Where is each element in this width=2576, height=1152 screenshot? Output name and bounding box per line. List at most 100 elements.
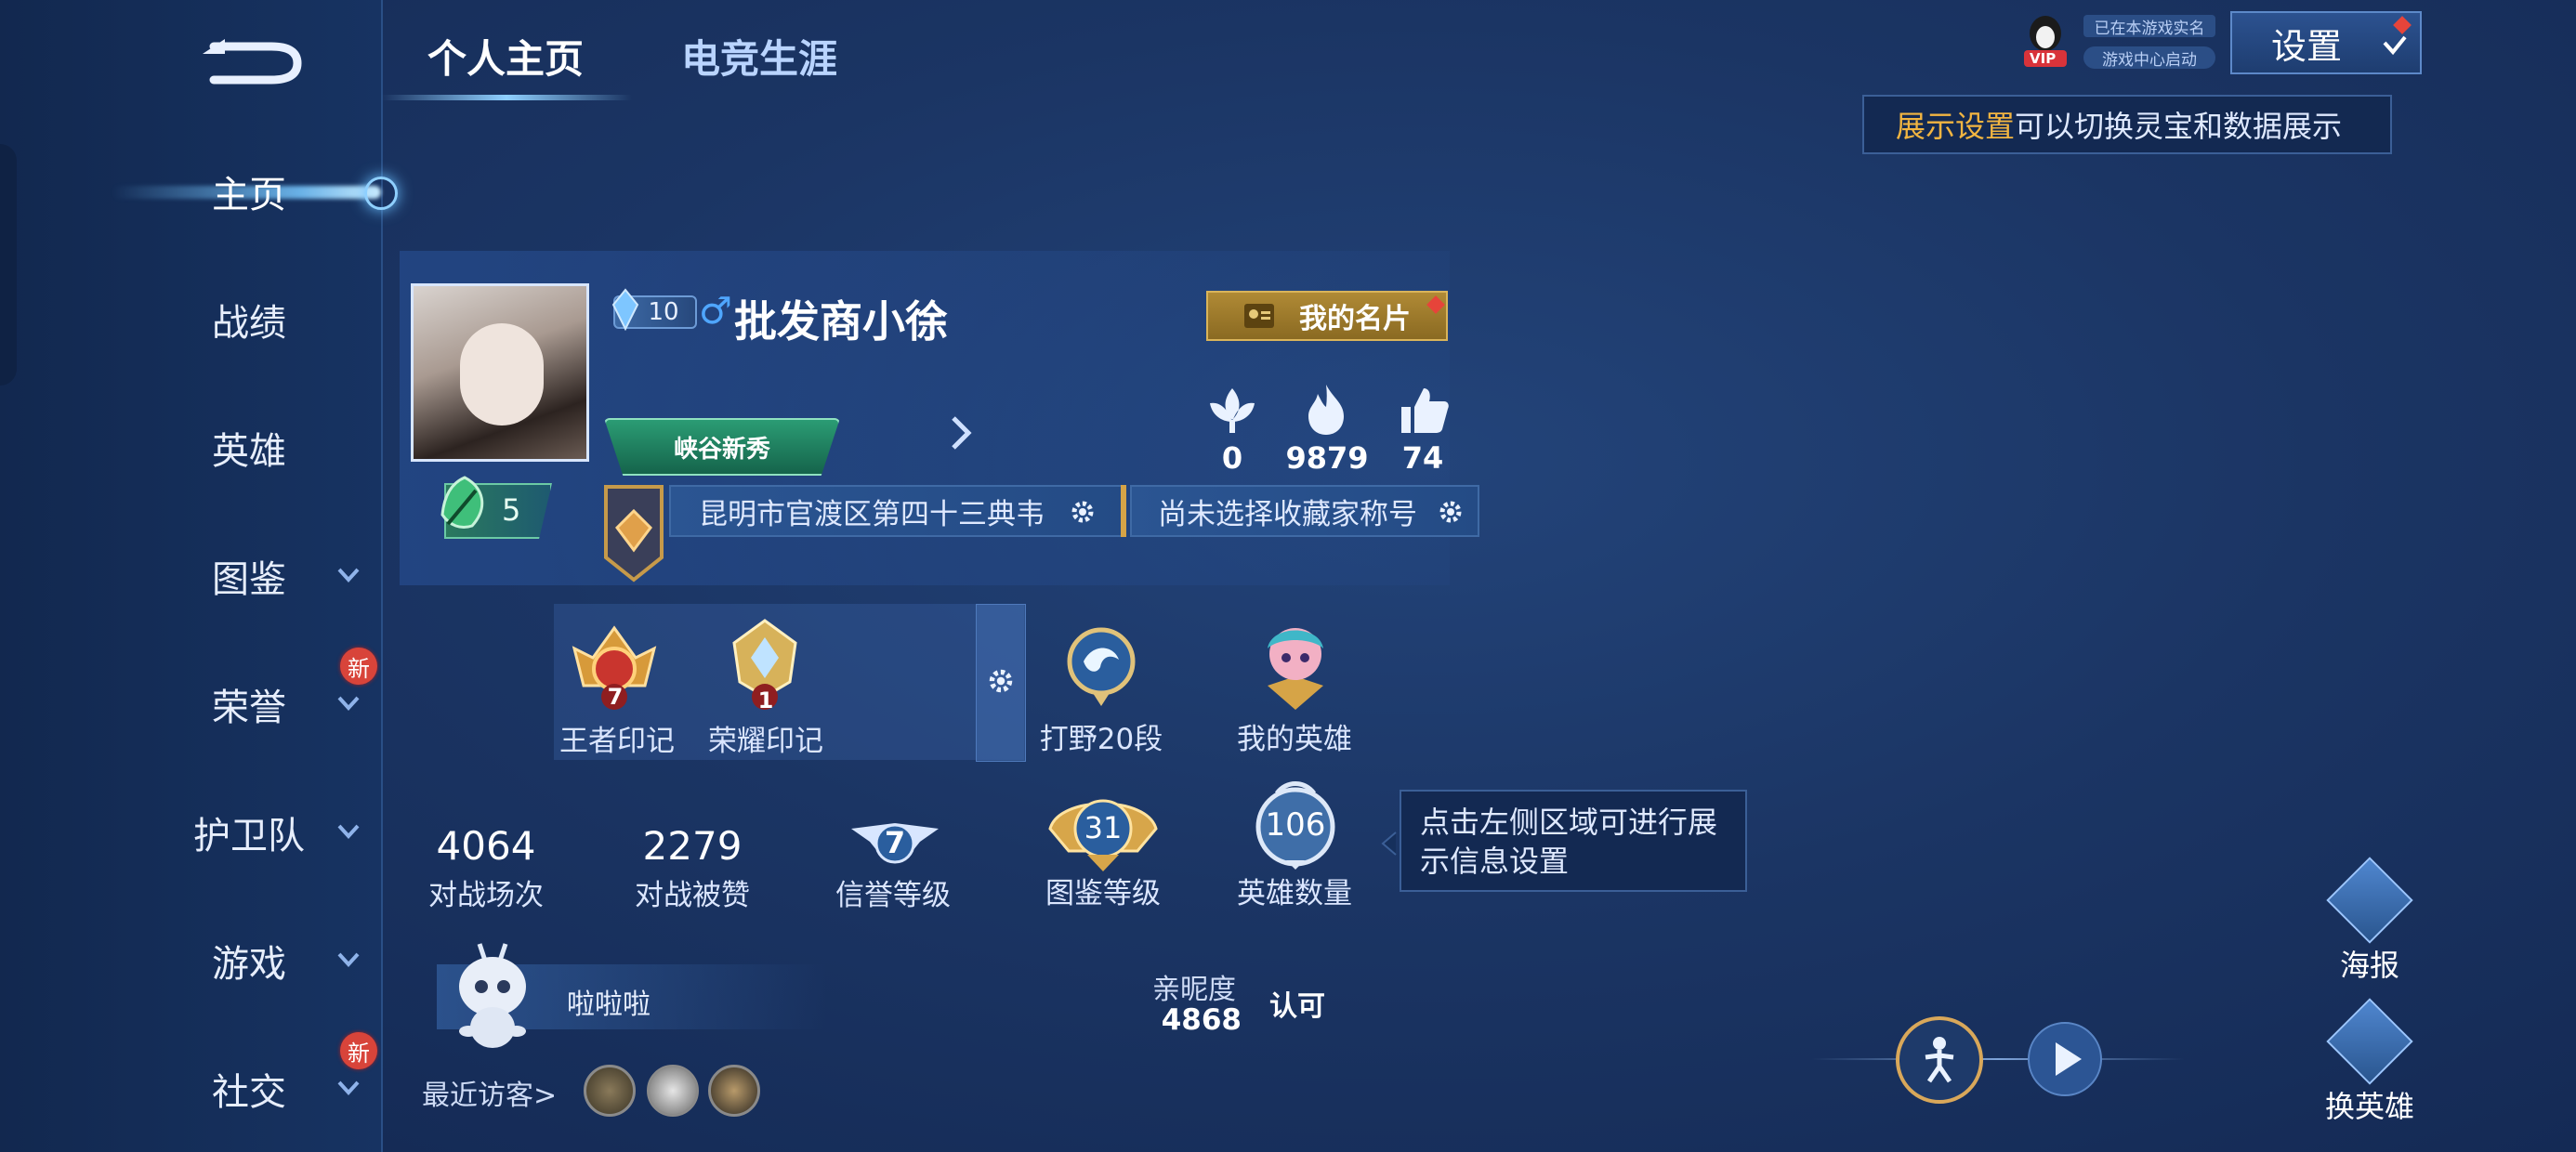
intimacy-value: 4868	[1161, 1003, 1242, 1037]
vip-icon[interactable]: VIP	[2020, 13, 2070, 69]
stat-thumb-value: 74	[1401, 440, 1444, 476]
codex-level-label: 图鉴等级	[1045, 877, 1161, 910]
collector-title: 尚未选择收藏家称号	[1158, 497, 1417, 531]
level-gem-icon	[611, 288, 639, 331]
poster-label: 海报	[2339, 948, 2399, 983]
id-card-icon	[1244, 304, 1274, 328]
tip-text: 可以切换灵宝和数据展示	[2015, 109, 2343, 144]
hero-count-value: 106	[1265, 806, 1326, 844]
likes-count-value: 2279	[642, 823, 743, 869]
gear-icon[interactable]	[1437, 498, 1465, 526]
glory-mark-label: 荣耀印记	[708, 725, 823, 758]
realname-badge: 已在本游戏实名	[2083, 15, 2215, 38]
jungle-rank-icon[interactable]	[1061, 624, 1141, 708]
lotus-icon[interactable]	[1204, 385, 1260, 435]
leaf-icon	[440, 476, 484, 529]
nav-item-home[interactable]: 主页	[149, 154, 362, 229]
recent-visitors-link[interactable]: 最近访客>	[422, 1072, 557, 1113]
nav-item-records[interactable]: 战绩	[149, 282, 362, 357]
chevron-right-icon[interactable]	[948, 414, 974, 452]
nav-item-label: 游戏	[212, 943, 286, 986]
avatar[interactable]	[411, 283, 589, 462]
credit-level-value: 7	[884, 825, 906, 860]
edge-handle[interactable]	[0, 144, 17, 386]
recognize-label: 认可	[1269, 990, 1325, 1023]
nav-item-label: 英雄	[212, 430, 286, 473]
back-arrow-icon	[203, 39, 302, 85]
nav-item-guard[interactable]: 护卫队	[149, 795, 362, 870]
nav-item-label: 战绩	[212, 302, 286, 345]
nav-item-game[interactable]: 游戏	[149, 923, 362, 998]
gear-icon[interactable]	[986, 666, 1016, 696]
display-hint-tip: 点击左侧区域可进行展示信息设置	[1400, 790, 1747, 892]
rank-title-ribbon: 峡谷新秀	[604, 418, 840, 476]
stat-flame-value: 9879	[1285, 440, 1369, 476]
nav-item-label: 护卫队	[193, 815, 305, 857]
my-card-label: 我的名片	[1299, 303, 1411, 335]
poster-button[interactable]: 海报	[2314, 857, 2425, 985]
king-mark-badge: 7	[607, 684, 624, 710]
gender-icon: ♂	[699, 290, 732, 333]
nav-item-codex[interactable]: 图鉴	[149, 539, 362, 613]
gear-icon[interactable]	[1069, 498, 1097, 526]
change-hero-icon	[2326, 998, 2413, 1085]
region-shield-icon	[604, 485, 664, 583]
region-title: 昆明市官渡区第四十三典韦	[699, 497, 1045, 531]
settings-label: 设置	[2271, 25, 2343, 67]
play-icon	[2056, 1042, 2082, 1076]
gamecenter-badge: 游戏中心启动	[2083, 46, 2215, 70]
play-button[interactable]	[2028, 1022, 2102, 1096]
pose-button[interactable]	[1896, 1016, 1983, 1104]
jungle-rank-label: 打野20段	[1039, 723, 1163, 756]
tab-esports-career[interactable]: 电竞生涯	[681, 28, 837, 85]
my-hero-icon[interactable]	[1258, 621, 1333, 712]
nav-item-social[interactable]: 社交	[149, 1052, 362, 1126]
change-hero-label: 换英雄	[2324, 1089, 2414, 1124]
check-dropdown-icon	[2383, 35, 2407, 56]
codex-level-value: 31	[1084, 810, 1123, 845]
red-dot-icon	[1426, 295, 1445, 314]
player-name: 批发商小徐	[734, 296, 948, 347]
settings-button[interactable]: 设置	[2230, 11, 2422, 74]
nav-item-label: 社交	[212, 1071, 286, 1114]
nav-item-honor[interactable]: 荣誉	[149, 667, 362, 741]
chevron-down-icon	[337, 568, 360, 583]
my-hero-label: 我的英雄	[1237, 723, 1352, 756]
chevron-down-icon	[337, 824, 360, 839]
tab-personal-home[interactable]: 个人主页	[427, 28, 584, 85]
intimacy-label: 亲昵度	[1152, 974, 1236, 1006]
back-button[interactable]	[197, 33, 307, 85]
pet-icon[interactable]	[446, 938, 539, 1052]
my-card-button[interactable]: 我的名片	[1206, 291, 1448, 341]
visitor-avatar[interactable]	[708, 1065, 760, 1117]
vip-label: VIP	[2030, 50, 2057, 67]
avatar-face	[460, 323, 544, 425]
tab-underline	[381, 95, 632, 100]
title-divider	[1121, 485, 1126, 537]
nav-item-heroes[interactable]: 英雄	[149, 411, 362, 485]
change-hero-button[interactable]: 换英雄	[2314, 998, 2425, 1126]
visitor-avatar[interactable]	[584, 1065, 636, 1117]
chevron-down-icon	[337, 952, 360, 967]
likes-count-label: 对战被赞	[635, 879, 750, 912]
collector-title-bar[interactable]: 尚未选择收藏家称号	[1130, 485, 1479, 537]
nav-item-label: 荣誉	[212, 687, 286, 729]
active-nav-indicator	[364, 177, 398, 210]
visitor-avatar[interactable]	[647, 1065, 699, 1117]
leaf-level-value: 5	[502, 492, 521, 528]
thumb-up-icon[interactable]	[1398, 385, 1450, 435]
glory-mark-badge: 1	[757, 687, 774, 713]
poster-icon	[2326, 857, 2413, 944]
match-count-label: 对战场次	[428, 879, 544, 912]
hero-count-label: 英雄数量	[1237, 877, 1352, 910]
region-title-bar[interactable]: 昆明市官渡区第四十三典韦	[669, 485, 1126, 537]
chevron-down-icon	[337, 696, 360, 711]
flame-icon[interactable]	[1301, 383, 1351, 437]
credit-level-label: 信誉等级	[835, 879, 951, 912]
new-badge: 新	[340, 648, 377, 685]
tip-highlight: 展示设置	[1896, 109, 2016, 144]
marks-settings-panel[interactable]	[976, 604, 1026, 762]
match-count-value: 4064	[436, 823, 536, 869]
pose-icon	[1925, 1037, 1954, 1083]
chevron-down-icon	[337, 1080, 360, 1095]
